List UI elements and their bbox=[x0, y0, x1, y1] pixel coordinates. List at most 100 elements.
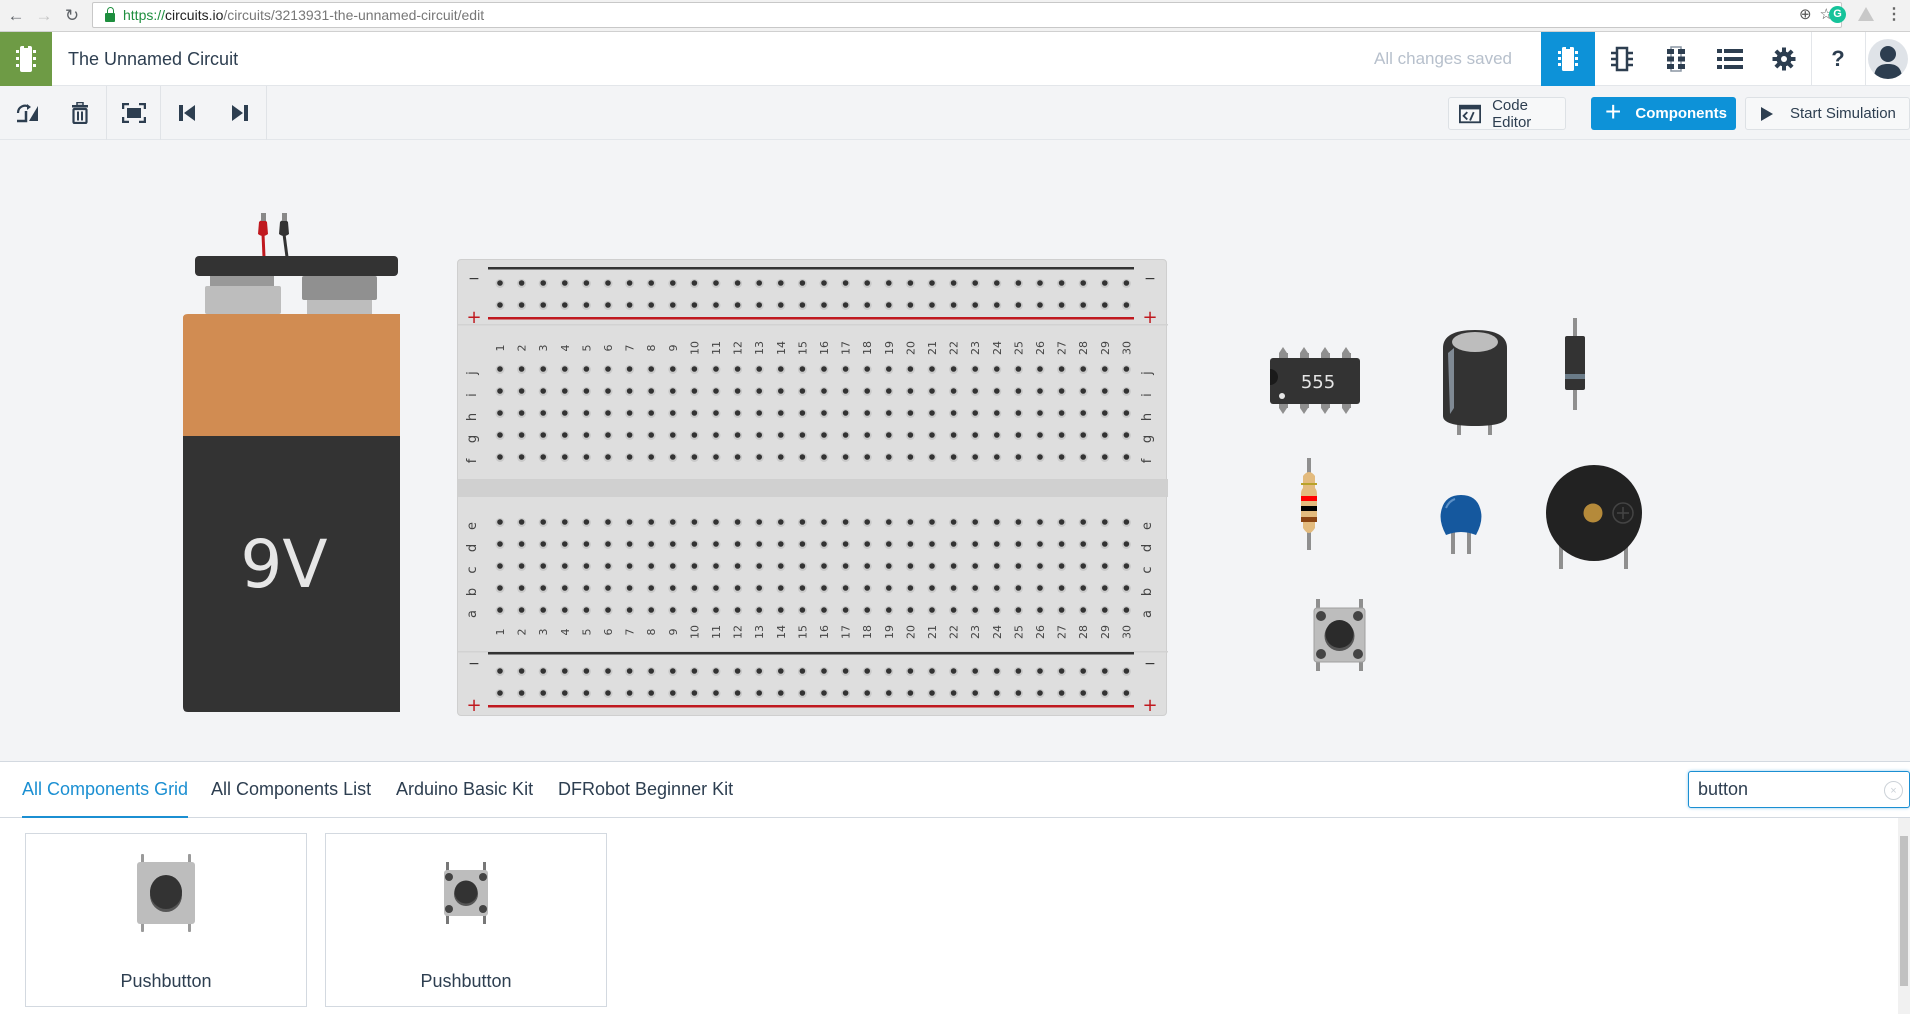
save-status: All changes saved bbox=[1374, 49, 1512, 68]
undo-button[interactable] bbox=[160, 86, 213, 140]
hole bbox=[994, 607, 1000, 613]
settings-button[interactable] bbox=[1757, 32, 1811, 86]
hole bbox=[756, 410, 762, 416]
component-search[interactable]: × bbox=[1688, 771, 1910, 808]
hole bbox=[540, 585, 546, 591]
ceramic-capacitor[interactable] bbox=[1438, 492, 1484, 554]
zoom-icon[interactable]: ⊕ bbox=[1799, 5, 1812, 23]
column-number: 16 bbox=[818, 341, 831, 355]
start-simulation-button[interactable]: Start Simulation bbox=[1745, 97, 1910, 130]
hole bbox=[756, 302, 762, 308]
hole bbox=[950, 563, 957, 569]
hole bbox=[1037, 541, 1043, 547]
tab-dfrobot-beginner-kit[interactable]: DFRobot Beginner Kit bbox=[558, 762, 733, 818]
component-card[interactable]: Pushbutton bbox=[325, 833, 607, 1007]
hole bbox=[842, 302, 849, 308]
column-number: 13 bbox=[753, 341, 766, 355]
hole bbox=[907, 302, 914, 308]
components-button[interactable]: + Components bbox=[1591, 96, 1736, 130]
hole bbox=[1015, 280, 1022, 286]
hole bbox=[778, 563, 784, 569]
address-bar[interactable]: https://circuits.io/circuits/3213931-the… bbox=[92, 2, 1842, 28]
hole bbox=[756, 388, 762, 394]
hole bbox=[583, 280, 590, 286]
hole bbox=[670, 607, 676, 613]
column-number: 8 bbox=[645, 629, 658, 636]
row-label: c bbox=[465, 566, 480, 573]
reload-button[interactable]: ↻ bbox=[60, 4, 84, 28]
hole bbox=[518, 388, 525, 394]
hole bbox=[1123, 690, 1130, 696]
component-name: Pushbutton bbox=[120, 971, 212, 991]
clear-search-icon[interactable]: × bbox=[1884, 781, 1903, 800]
pcb-view-button[interactable] bbox=[1649, 32, 1703, 86]
breadboard-view-button[interactable] bbox=[1541, 32, 1595, 86]
column-number: 12 bbox=[732, 625, 745, 639]
diode[interactable] bbox=[1563, 318, 1587, 410]
component-card[interactable]: Pushbutton bbox=[25, 833, 307, 1007]
circuit-canvas[interactable]: 9V − − + + − − + + j j i i h h g g f f e e d d c c b b a a 1 1 2 2 3 3 4 4 5… bbox=[0, 140, 1910, 762]
code-editor-button[interactable]: Code Editor bbox=[1448, 97, 1566, 131]
tab-all-components-list[interactable]: All Components List bbox=[211, 762, 371, 818]
hole bbox=[713, 585, 719, 591]
hole bbox=[518, 607, 525, 613]
hole bbox=[605, 563, 611, 569]
hole bbox=[842, 690, 849, 696]
browser-menu-icon[interactable]: ⋮ bbox=[1886, 4, 1902, 24]
drive-extension-icon[interactable] bbox=[1858, 7, 1874, 21]
555-timer-ic[interactable]: 555 bbox=[1267, 345, 1363, 417]
hole bbox=[648, 410, 654, 416]
hole bbox=[713, 302, 719, 308]
hole bbox=[540, 366, 546, 372]
hole bbox=[605, 690, 611, 696]
fit-to-view-button[interactable] bbox=[107, 86, 160, 140]
tab-arduino-basic-kit[interactable]: Arduino Basic Kit bbox=[396, 762, 533, 818]
search-input[interactable] bbox=[1689, 772, 1869, 807]
forward-button[interactable]: → bbox=[32, 4, 56, 28]
hole bbox=[583, 519, 590, 525]
hole bbox=[994, 454, 1000, 460]
grid-scrollbar[interactable] bbox=[1898, 818, 1910, 1014]
hole bbox=[929, 388, 935, 394]
schematic-view-button[interactable] bbox=[1595, 32, 1649, 86]
hole bbox=[994, 585, 1000, 591]
grammarly-extension-icon[interactable]: G bbox=[1829, 5, 1846, 23]
hole bbox=[734, 454, 741, 460]
hole bbox=[842, 280, 849, 286]
hole bbox=[1102, 280, 1108, 286]
rotate-button[interactable] bbox=[0, 86, 53, 140]
hole bbox=[562, 541, 568, 547]
row-label: b bbox=[1140, 588, 1155, 596]
hole bbox=[670, 280, 676, 286]
pushbutton-component[interactable] bbox=[1312, 599, 1368, 671]
hole bbox=[1037, 519, 1043, 525]
electrolytic-capacitor[interactable] bbox=[1440, 328, 1510, 440]
piezo-buzzer[interactable] bbox=[1544, 465, 1644, 569]
hole bbox=[648, 519, 654, 525]
scrollbar-thumb[interactable] bbox=[1900, 836, 1908, 986]
hole bbox=[907, 366, 914, 372]
breadboard[interactable]: − − + + − − + + j j i i h h g g f f e e d d c c b b a a 1 1 2 2 3 3 4 4 5 5 6 6… bbox=[457, 259, 1168, 716]
help-button[interactable]: ? bbox=[1811, 32, 1865, 86]
back-button[interactable]: ← bbox=[4, 4, 28, 28]
hole bbox=[1058, 607, 1065, 613]
hole bbox=[994, 668, 1000, 674]
circuit-title[interactable]: The Unnamed Circuit bbox=[68, 32, 238, 86]
hole bbox=[799, 668, 806, 674]
resistor[interactable] bbox=[1297, 458, 1321, 550]
home-logo[interactable] bbox=[0, 32, 52, 86]
tab-all-components-grid[interactable]: All Components Grid bbox=[22, 762, 189, 818]
hole bbox=[907, 585, 914, 591]
column-number: 28 bbox=[1077, 625, 1090, 639]
user-menu-button[interactable] bbox=[1866, 32, 1910, 86]
hole bbox=[972, 541, 978, 547]
hole bbox=[1080, 388, 1086, 394]
component-list-button[interactable] bbox=[1703, 32, 1757, 86]
trash-icon bbox=[71, 102, 88, 124]
delete-button[interactable] bbox=[53, 86, 106, 140]
redo-button[interactable] bbox=[213, 86, 266, 140]
9v-battery[interactable]: 9V bbox=[170, 210, 400, 715]
column-number: 10 bbox=[688, 341, 701, 355]
column-number: 6 bbox=[602, 345, 615, 352]
hole bbox=[907, 541, 914, 547]
